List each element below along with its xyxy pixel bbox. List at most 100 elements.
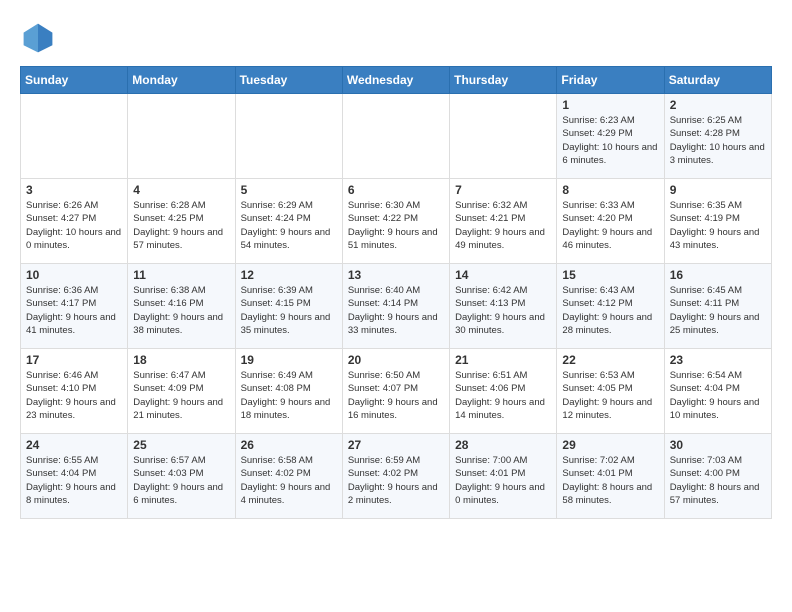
- week-row-5: 24Sunrise: 6:55 AM Sunset: 4:04 PM Dayli…: [21, 434, 772, 519]
- day-info: Sunrise: 6:29 AM Sunset: 4:24 PM Dayligh…: [241, 199, 337, 252]
- day-info: Sunrise: 6:35 AM Sunset: 4:19 PM Dayligh…: [670, 199, 766, 252]
- day-info: Sunrise: 6:28 AM Sunset: 4:25 PM Dayligh…: [133, 199, 229, 252]
- day-number: 22: [562, 353, 658, 367]
- calendar-cell: 13Sunrise: 6:40 AM Sunset: 4:14 PM Dayli…: [342, 264, 449, 349]
- day-info: Sunrise: 6:25 AM Sunset: 4:28 PM Dayligh…: [670, 114, 766, 167]
- calendar-cell: 28 Sunrise: 7:00 AM Sunset: 4:01 PM Dayli…: [450, 434, 557, 519]
- calendar-cell: [342, 94, 449, 179]
- calendar-cell: 23 Sunrise: 6:54 AM Sunset: 4:04 PM Dayli…: [664, 349, 771, 434]
- weekday-header-row: SundayMondayTuesdayWednesdayThursdayFrid…: [21, 67, 772, 94]
- calendar-cell: 27 Sunrise: 6:59 AM Sunset: 4:02 PM Dayli…: [342, 434, 449, 519]
- day-info: Sunrise: 6:54 AM Sunset: 4:04 PM Dayligh…: [670, 369, 766, 422]
- day-number: 5: [241, 183, 337, 197]
- calendar-cell: 19 Sunrise: 6:49 AM Sunset: 4:08 PM Dayli…: [235, 349, 342, 434]
- day-number: 20: [348, 353, 444, 367]
- day-info: Sunrise: 7:03 AM Sunset: 4:00 PM Dayligh…: [670, 454, 766, 507]
- logo: [20, 20, 60, 56]
- calendar-cell: 21 Sunrise: 6:51 AM Sunset: 4:06 PM Dayli…: [450, 349, 557, 434]
- week-row-3: 10Sunrise: 6:36 AM Sunset: 4:17 PM Dayli…: [21, 264, 772, 349]
- week-row-1: 1Sunrise: 6:23 AM Sunset: 4:29 PM Daylig…: [21, 94, 772, 179]
- day-number: 18: [133, 353, 229, 367]
- day-number: 27: [348, 438, 444, 452]
- day-number: 17: [26, 353, 122, 367]
- calendar-cell: [128, 94, 235, 179]
- day-info: Sunrise: 6:33 AM Sunset: 4:20 PM Dayligh…: [562, 199, 658, 252]
- day-info: Sunrise: 6:59 AM Sunset: 4:02 PM Dayligh…: [348, 454, 444, 507]
- day-number: 13: [348, 268, 444, 282]
- logo-icon: [20, 20, 56, 56]
- day-info: Sunrise: 6:38 AM Sunset: 4:16 PM Dayligh…: [133, 284, 229, 337]
- day-info: Sunrise: 6:53 AM Sunset: 4:05 PM Dayligh…: [562, 369, 658, 422]
- day-info: Sunrise: 6:42 AM Sunset: 4:13 PM Dayligh…: [455, 284, 551, 337]
- day-number: 30: [670, 438, 766, 452]
- calendar-cell: 12Sunrise: 6:39 AM Sunset: 4:15 PM Dayli…: [235, 264, 342, 349]
- day-info: Sunrise: 6:26 AM Sunset: 4:27 PM Dayligh…: [26, 199, 122, 252]
- week-row-4: 17 Sunrise: 6:46 AM Sunset: 4:10 PM Dayli…: [21, 349, 772, 434]
- calendar-cell: 9 Sunrise: 6:35 AM Sunset: 4:19 PM Daylig…: [664, 179, 771, 264]
- day-number: 2: [670, 98, 766, 112]
- day-number: 26: [241, 438, 337, 452]
- day-info: Sunrise: 6:43 AM Sunset: 4:12 PM Dayligh…: [562, 284, 658, 337]
- day-number: 6: [348, 183, 444, 197]
- day-number: 16: [670, 268, 766, 282]
- calendar-cell: 29 Sunrise: 7:02 AM Sunset: 4:01 PM Dayli…: [557, 434, 664, 519]
- day-number: 3: [26, 183, 122, 197]
- day-info: Sunrise: 6:51 AM Sunset: 4:06 PM Dayligh…: [455, 369, 551, 422]
- day-info: Sunrise: 6:36 AM Sunset: 4:17 PM Dayligh…: [26, 284, 122, 337]
- day-info: Sunrise: 6:49 AM Sunset: 4:08 PM Dayligh…: [241, 369, 337, 422]
- weekday-monday: Monday: [128, 67, 235, 94]
- calendar-cell: 5 Sunrise: 6:29 AM Sunset: 4:24 PM Daylig…: [235, 179, 342, 264]
- calendar-cell: 11 Sunrise: 6:38 AM Sunset: 4:16 PM Dayli…: [128, 264, 235, 349]
- day-number: 15: [562, 268, 658, 282]
- day-number: 11: [133, 268, 229, 282]
- calendar-cell: 18 Sunrise: 6:47 AM Sunset: 4:09 PM Dayli…: [128, 349, 235, 434]
- day-info: Sunrise: 6:58 AM Sunset: 4:02 PM Dayligh…: [241, 454, 337, 507]
- day-info: Sunrise: 6:45 AM Sunset: 4:11 PM Dayligh…: [670, 284, 766, 337]
- day-number: 4: [133, 183, 229, 197]
- day-number: 19: [241, 353, 337, 367]
- calendar-cell: 2 Sunrise: 6:25 AM Sunset: 4:28 PM Daylig…: [664, 94, 771, 179]
- calendar-cell: 16 Sunrise: 6:45 AM Sunset: 4:11 PM Dayli…: [664, 264, 771, 349]
- day-info: Sunrise: 6:46 AM Sunset: 4:10 PM Dayligh…: [26, 369, 122, 422]
- weekday-saturday: Saturday: [664, 67, 771, 94]
- weekday-wednesday: Wednesday: [342, 67, 449, 94]
- day-number: 28: [455, 438, 551, 452]
- day-number: 23: [670, 353, 766, 367]
- day-number: 1: [562, 98, 658, 112]
- calendar-cell: [235, 94, 342, 179]
- weekday-sunday: Sunday: [21, 67, 128, 94]
- day-number: 25: [133, 438, 229, 452]
- calendar-cell: [21, 94, 128, 179]
- calendar-cell: 8 Sunrise: 6:33 AM Sunset: 4:20 PM Daylig…: [557, 179, 664, 264]
- day-number: 29: [562, 438, 658, 452]
- calendar-cell: [450, 94, 557, 179]
- day-number: 21: [455, 353, 551, 367]
- day-info: Sunrise: 6:39 AM Sunset: 4:15 PM Dayligh…: [241, 284, 337, 337]
- calendar-cell: 1Sunrise: 6:23 AM Sunset: 4:29 PM Daylig…: [557, 94, 664, 179]
- weekday-friday: Friday: [557, 67, 664, 94]
- calendar-cell: 17 Sunrise: 6:46 AM Sunset: 4:10 PM Dayli…: [21, 349, 128, 434]
- calendar-cell: 15 Sunrise: 6:43 AM Sunset: 4:12 PM Dayli…: [557, 264, 664, 349]
- day-number: 24: [26, 438, 122, 452]
- day-info: Sunrise: 6:32 AM Sunset: 4:21 PM Dayligh…: [455, 199, 551, 252]
- calendar-cell: 25 Sunrise: 6:57 AM Sunset: 4:03 PM Dayli…: [128, 434, 235, 519]
- day-info: Sunrise: 6:57 AM Sunset: 4:03 PM Dayligh…: [133, 454, 229, 507]
- calendar-cell: 14 Sunrise: 6:42 AM Sunset: 4:13 PM Dayli…: [450, 264, 557, 349]
- day-info: Sunrise: 6:30 AM Sunset: 4:22 PM Dayligh…: [348, 199, 444, 252]
- calendar-table: SundayMondayTuesdayWednesdayThursdayFrid…: [20, 66, 772, 519]
- week-row-2: 3 Sunrise: 6:26 AM Sunset: 4:27 PM Daylig…: [21, 179, 772, 264]
- calendar-cell: 4 Sunrise: 6:28 AM Sunset: 4:25 PM Daylig…: [128, 179, 235, 264]
- day-number: 8: [562, 183, 658, 197]
- calendar-cell: 3 Sunrise: 6:26 AM Sunset: 4:27 PM Daylig…: [21, 179, 128, 264]
- day-number: 9: [670, 183, 766, 197]
- day-number: 7: [455, 183, 551, 197]
- day-number: 14: [455, 268, 551, 282]
- day-info: Sunrise: 6:47 AM Sunset: 4:09 PM Dayligh…: [133, 369, 229, 422]
- calendar-cell: 10Sunrise: 6:36 AM Sunset: 4:17 PM Dayli…: [21, 264, 128, 349]
- calendar-cell: 24Sunrise: 6:55 AM Sunset: 4:04 PM Dayli…: [21, 434, 128, 519]
- calendar-cell: 20Sunrise: 6:50 AM Sunset: 4:07 PM Dayli…: [342, 349, 449, 434]
- day-info: Sunrise: 7:00 AM Sunset: 4:01 PM Dayligh…: [455, 454, 551, 507]
- day-info: Sunrise: 7:02 AM Sunset: 4:01 PM Dayligh…: [562, 454, 658, 507]
- calendar-cell: 7 Sunrise: 6:32 AM Sunset: 4:21 PM Daylig…: [450, 179, 557, 264]
- calendar-cell: 22 Sunrise: 6:53 AM Sunset: 4:05 PM Dayli…: [557, 349, 664, 434]
